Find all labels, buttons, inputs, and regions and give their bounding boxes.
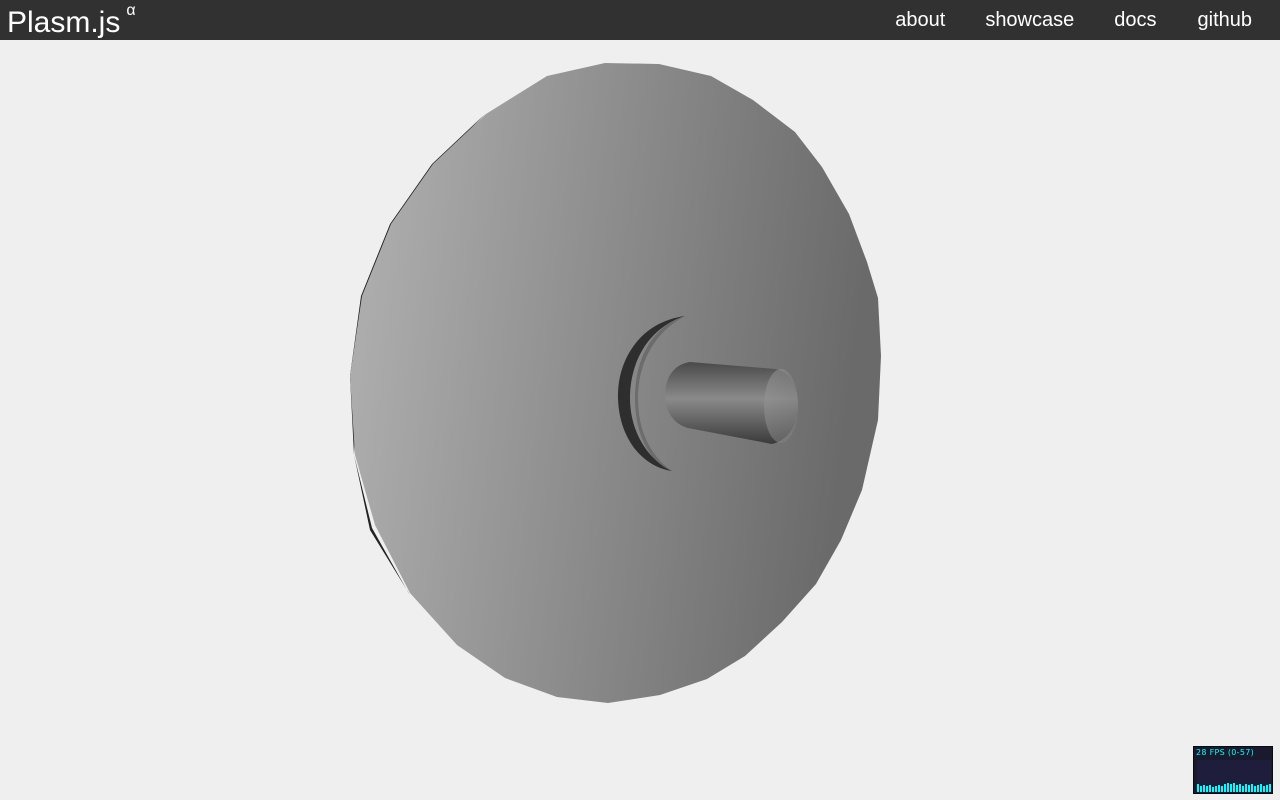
nav-link-docs[interactable]: docs bbox=[1114, 9, 1156, 32]
disc-face bbox=[350, 63, 881, 703]
nav-links: about showcase docs github bbox=[895, 0, 1280, 40]
fps-readout: 28 FPS (0-57) bbox=[1196, 748, 1255, 757]
nav-link-showcase[interactable]: showcase bbox=[985, 9, 1074, 32]
fps-stats-panel[interactable]: 28 FPS (0-57) bbox=[1193, 746, 1273, 794]
nav-link-about[interactable]: about bbox=[895, 9, 945, 32]
fps-graph-bars bbox=[1197, 783, 1271, 792]
top-navbar: Plasm.js α about showcase docs github bbox=[0, 0, 1280, 40]
cylinder-end-cap bbox=[764, 369, 798, 443]
fps-graph bbox=[1197, 760, 1271, 792]
brand-alpha-badge: α bbox=[126, 2, 136, 19]
nav-link-github[interactable]: github bbox=[1198, 9, 1253, 32]
brand-logo-link[interactable]: Plasm.js α bbox=[7, 0, 136, 40]
webgl-canvas-viewport[interactable] bbox=[0, 40, 1280, 800]
brand-name: Plasm.js bbox=[7, 6, 121, 39]
3d-model-render bbox=[350, 63, 881, 703]
